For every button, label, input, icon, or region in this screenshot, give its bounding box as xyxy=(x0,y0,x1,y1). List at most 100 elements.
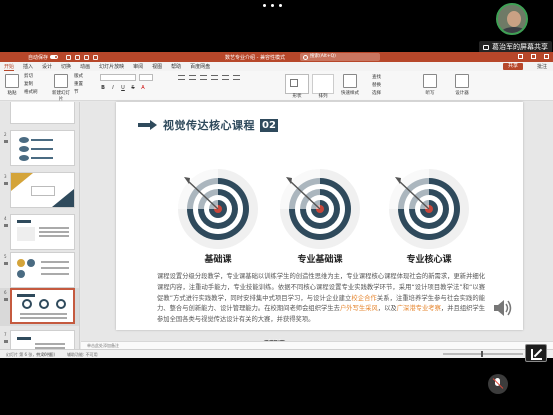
copy-button[interactable]: 复制 xyxy=(24,81,46,87)
redo-icon[interactable] xyxy=(84,54,90,60)
screen-share-icon xyxy=(483,44,489,50)
align-right-icon[interactable] xyxy=(222,75,229,80)
autosave-toggle[interactable]: 自动保存 xyxy=(28,54,59,61)
tab-slideshow[interactable]: 幻灯片放映 xyxy=(99,63,124,70)
align-center-icon[interactable] xyxy=(211,75,218,80)
search-input[interactable]: 搜索(Alt+Q) xyxy=(300,53,380,61)
numbering-icon[interactable] xyxy=(189,75,196,80)
tab-animations[interactable]: 动画 xyxy=(80,63,90,70)
tab-insert[interactable]: 插入 xyxy=(23,63,33,70)
clipboard-icon xyxy=(5,74,19,88)
styles-icon xyxy=(343,74,357,88)
slide-title[interactable]: 视觉传达核心课程 02 xyxy=(138,117,278,133)
toggle-icon[interactable] xyxy=(50,55,59,59)
dictate-button[interactable]: 听写 xyxy=(420,74,440,96)
font-format-row: B I U S A xyxy=(100,85,146,91)
slide-thumbnail-active[interactable]: 6 xyxy=(0,288,79,326)
animation-icon xyxy=(4,298,8,301)
animation-icon xyxy=(4,340,8,343)
tab-baidu-netdisk[interactable]: 百度网盘 xyxy=(190,63,210,70)
save-icon[interactable] xyxy=(66,54,72,60)
maximize-icon[interactable] xyxy=(531,54,536,59)
slide-thumbnail[interactable]: 5 xyxy=(0,252,79,290)
cut-button[interactable]: 剪切 xyxy=(24,73,46,79)
close-icon[interactable] xyxy=(544,54,549,59)
course-target-graphic-1[interactable] xyxy=(176,167,261,255)
layout-button[interactable]: 版式 xyxy=(74,73,94,79)
font-color-button[interactable]: A xyxy=(140,85,146,91)
align-left-icon[interactable] xyxy=(200,75,207,80)
more-options-icon[interactable] xyxy=(263,4,282,7)
slide-thumbnail[interactable]: 4 xyxy=(0,214,79,252)
zoom-slider[interactable] xyxy=(443,351,523,357)
arrow-icon xyxy=(138,120,158,130)
justify-icon[interactable] xyxy=(233,75,240,80)
zoom-thumb[interactable] xyxy=(481,351,483,357)
bullets-icon[interactable] xyxy=(178,75,185,80)
tab-help[interactable]: 帮助 xyxy=(171,63,181,70)
target-icon xyxy=(389,169,469,249)
undo-icon[interactable] xyxy=(75,54,81,60)
animation-icon xyxy=(4,262,8,265)
course-label-professional-foundation[interactable]: 专业基础课 xyxy=(275,252,365,265)
present-icon[interactable] xyxy=(93,54,99,60)
quick-styles-button[interactable]: 快速样式 xyxy=(338,74,362,96)
tab-transitions[interactable]: 切换 xyxy=(61,63,71,70)
share-button[interactable]: 共享 xyxy=(502,63,523,70)
audio-speaker-icon[interactable] xyxy=(492,298,512,318)
slide-canvas[interactable]: 视觉传达核心课程 02 基础课 专业基础课 专业核心课 课程设置分级分段教学，专… xyxy=(116,102,523,330)
title-bar: 自动保存 数艺专业介绍 - 兼容性模式 搜索(Alt+Q) xyxy=(0,52,553,62)
slide-thumbnail[interactable]: 7 xyxy=(0,330,79,349)
reset-button[interactable]: 重置 xyxy=(74,81,94,87)
slide-editor[interactable]: 视觉传达核心课程 02 基础课 专业基础课 专业核心课 课程设置分级分段教学，专… xyxy=(81,102,553,349)
underline-button[interactable]: U xyxy=(120,85,126,91)
tab-design[interactable]: 设计 xyxy=(42,63,52,70)
course-target-graphic-3[interactable] xyxy=(387,167,472,255)
course-label-foundation[interactable]: 基础课 xyxy=(173,252,263,265)
format-painter-button[interactable]: 格式刷 xyxy=(24,89,46,95)
shapes-gallery[interactable] xyxy=(285,74,309,94)
course-description[interactable]: 课程设置分级分段教学，专业课基础以训练学生的创造性思维为主，专业课程核心课程体现… xyxy=(157,272,485,326)
paragraph-row xyxy=(178,75,240,80)
tab-home[interactable]: 开始 xyxy=(4,63,15,71)
fullscreen-exit-icon[interactable] xyxy=(525,344,547,362)
section-button[interactable]: 节 xyxy=(74,89,94,95)
arrange-button[interactable] xyxy=(312,74,334,94)
slide-thumbnail-pane[interactable]: 1 2 3 4 xyxy=(0,102,80,349)
slide-thumbnail[interactable]: 2 xyxy=(0,130,79,168)
find-button[interactable]: 查找 xyxy=(372,74,398,80)
ribbon-home: 粘贴 剪切 复制 格式刷 新建幻灯片 版式 重置 节 B I U S A 形状 … xyxy=(0,71,553,102)
course-target-graphic-2[interactable] xyxy=(278,167,363,255)
arrange-label: 排列 xyxy=(318,94,328,99)
font-family-select[interactable] xyxy=(100,74,136,81)
tab-view[interactable]: 视图 xyxy=(152,63,162,70)
designer-icon xyxy=(455,74,469,88)
window-controls xyxy=(518,54,549,59)
tab-review[interactable]: 审阅 xyxy=(133,63,143,70)
designer-button[interactable]: 设计器 xyxy=(450,74,474,96)
course-label-professional-core[interactable]: 专业核心课 xyxy=(384,252,474,265)
presenter-avatar[interactable] xyxy=(496,3,528,35)
select-button[interactable]: 选择 xyxy=(372,90,398,96)
ribbon-tabs: 开始 插入 设计 切换 动画 幻灯片放映 审阅 视图 帮助 百度网盘 共享 批注 xyxy=(0,62,553,71)
new-slide-icon xyxy=(54,74,68,88)
comment-button[interactable]: 批注 xyxy=(537,63,547,70)
microphone-muted-icon[interactable] xyxy=(488,374,508,394)
animation-icon xyxy=(4,140,8,143)
notes-pane[interactable]: 单击此处添加备注 xyxy=(81,341,553,349)
minimize-icon[interactable] xyxy=(518,54,523,59)
paste-button[interactable]: 粘贴 xyxy=(4,74,20,96)
target-icon xyxy=(280,169,360,249)
font-size-select[interactable] xyxy=(139,74,153,81)
bold-button[interactable]: B xyxy=(100,85,106,91)
italic-button[interactable]: I xyxy=(110,85,116,91)
replace-button[interactable]: 替换 xyxy=(372,82,398,88)
document-title: 数艺专业介绍 - 兼容性模式 xyxy=(225,55,285,61)
animation-icon xyxy=(4,182,8,185)
strikethrough-button[interactable]: S xyxy=(130,85,136,91)
slide-thumbnail[interactable]: 1 xyxy=(0,102,79,126)
new-slide-button[interactable]: 新建幻灯片 xyxy=(50,74,72,102)
microphone-icon xyxy=(423,74,437,88)
slide-thumbnail[interactable]: 3 xyxy=(0,172,79,210)
status-bar: 幻灯片 第 6 张，共 26 张 中文(中国) 辅助功能: 不可用 xyxy=(0,349,553,358)
